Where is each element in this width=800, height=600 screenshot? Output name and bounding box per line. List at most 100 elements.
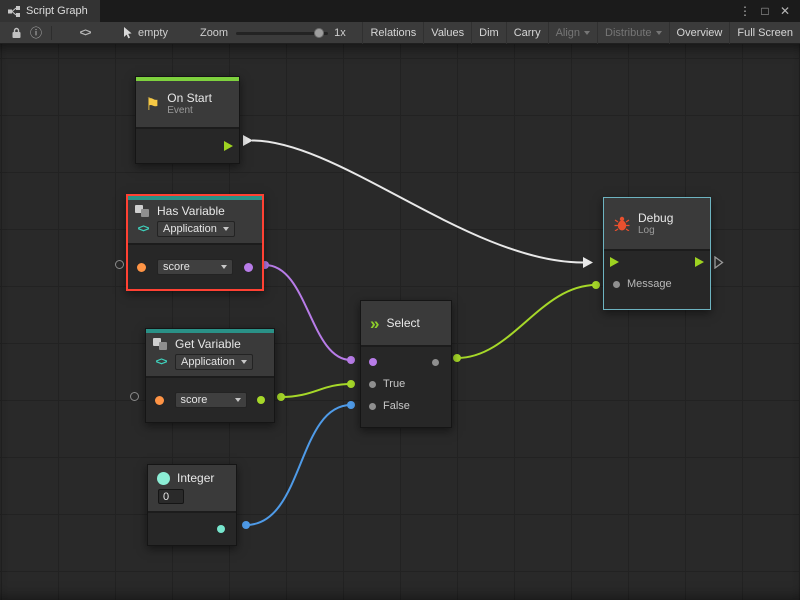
window-controls: ⋮ □ ✕: [736, 0, 800, 22]
script-graph-window: Script Graph ⋮ □ ✕ ⓘ <> empty Zoom: [0, 0, 800, 600]
window-menu-button[interactable]: ⋮: [736, 2, 754, 20]
zoom-value: 1x: [334, 27, 346, 39]
node-subtitle: Log: [638, 225, 673, 237]
align-button[interactable]: Align: [548, 22, 597, 44]
integer-value-field[interactable]: 0: [158, 489, 184, 504]
variable-name-dropdown[interactable]: score: [175, 392, 247, 408]
node-debug-log[interactable]: Debug Log Message: [603, 197, 711, 310]
true-input-port[interactable]: [369, 381, 376, 388]
control-flow-row: [604, 251, 710, 273]
window-maximize-button[interactable]: □: [756, 2, 774, 20]
node-title: Debug: [638, 211, 673, 225]
wire-onstart-to-log[interactable]: [252, 141, 583, 263]
chevron-down-icon: [656, 31, 662, 35]
selection-label: empty: [138, 27, 168, 39]
wire-endpoint-dot: [277, 393, 285, 401]
node-get-variable[interactable]: Get Variable <> Application score: [145, 328, 275, 423]
button-label: Dim: [479, 27, 499, 39]
node-title: Has Variable: [157, 204, 225, 218]
node-title: Get Variable: [175, 337, 241, 351]
wire-select-to-log-message[interactable]: [457, 285, 596, 358]
false-input-port[interactable]: [369, 403, 376, 410]
wire-arrow-end: [583, 257, 593, 268]
graph-toolbar: ⓘ <> empty Zoom 1x Relations Values Dim …: [0, 22, 800, 44]
variable-scope-dropdown[interactable]: Application: [175, 354, 253, 370]
node-subtitle: Event: [167, 105, 212, 117]
titlebar: Script Graph ⋮ □ ✕: [0, 0, 800, 22]
lock-icon[interactable]: [6, 22, 26, 44]
unconnected-control-arrow[interactable]: [714, 256, 724, 269]
button-label: Carry: [514, 27, 541, 39]
toolbar-separator: [51, 26, 52, 40]
node-title: Integer: [177, 471, 214, 485]
graph-icon: [8, 6, 20, 17]
wire-getvariable-to-select-true[interactable]: [281, 384, 351, 397]
scope-icon: <>: [135, 223, 151, 235]
scope-icon: <>: [153, 356, 169, 368]
graph-canvas[interactable]: ⚑ On Start Event Has Variable <> Appl: [0, 44, 800, 600]
wire-arrow-start: [243, 135, 253, 146]
node-select[interactable]: » Select True False: [360, 300, 452, 428]
integer-icon: [157, 472, 170, 485]
variables-icon: [135, 205, 151, 218]
chevron-down-icon: [235, 398, 241, 402]
button-label: Relations: [370, 27, 416, 39]
selection-output-port[interactable]: [432, 359, 439, 366]
wire-hasvariable-to-select[interactable]: [265, 265, 351, 360]
integer-output-port[interactable]: [217, 525, 225, 533]
variable-name-dropdown[interactable]: score: [157, 259, 233, 275]
false-port-label: False: [383, 400, 410, 412]
value-output-port[interactable]: [257, 396, 265, 404]
control-input-port[interactable]: [610, 257, 619, 267]
node-title: Select: [386, 316, 419, 330]
flag-icon: ⚑: [145, 96, 160, 113]
carry-button[interactable]: Carry: [506, 22, 548, 44]
variable-name-input-port[interactable]: [137, 263, 146, 272]
overview-button[interactable]: Overview: [669, 22, 730, 44]
select-merge-icon: »: [370, 315, 379, 332]
select-true-row: True: [361, 373, 451, 395]
wire-endpoint-dot: [592, 281, 600, 289]
condition-input-port[interactable]: [369, 358, 377, 366]
chevron-down-icon: [221, 265, 227, 269]
message-row: Message: [604, 273, 710, 295]
message-input-port[interactable]: [613, 281, 620, 288]
chevron-down-icon: [223, 227, 229, 231]
scope-value: Application: [163, 223, 217, 235]
bug-icon: [614, 216, 630, 231]
window-close-button[interactable]: ✕: [776, 2, 794, 20]
node-on-start[interactable]: ⚑ On Start Event: [135, 76, 240, 164]
tab-title: Script Graph: [26, 5, 88, 17]
cursor-icon: [123, 27, 133, 39]
variables-icon: [153, 338, 169, 351]
info-icon[interactable]: ⓘ: [26, 22, 46, 44]
chevron-down-icon: [241, 360, 247, 364]
dim-button[interactable]: Dim: [471, 22, 506, 44]
bool-output-port[interactable]: [244, 263, 253, 272]
node-integer[interactable]: Integer 0: [147, 464, 237, 546]
fullscreen-button[interactable]: Full Screen: [729, 22, 800, 44]
tab-script-graph[interactable]: Script Graph: [0, 0, 100, 22]
button-label: Align: [556, 27, 580, 39]
values-button[interactable]: Values: [423, 22, 471, 44]
wire-endpoint-dot: [242, 521, 250, 529]
wire-integer-to-select-false[interactable]: [246, 405, 351, 525]
unconnected-port-ring[interactable]: [130, 392, 139, 401]
zoom-label: Zoom: [200, 27, 228, 39]
scope-value: Application: [181, 356, 235, 368]
button-label: Distribute: [605, 27, 651, 39]
node-title: On Start: [167, 91, 212, 105]
relations-button[interactable]: Relations: [362, 22, 423, 44]
variable-name-value: score: [181, 394, 208, 406]
node-has-variable[interactable]: Has Variable <> Application score: [126, 194, 264, 291]
variable-name-input-port[interactable]: [155, 396, 164, 405]
control-output-port[interactable]: [695, 257, 704, 267]
button-label: Full Screen: [737, 27, 793, 39]
control-output-port[interactable]: [224, 141, 233, 151]
zoom-slider[interactable]: [236, 22, 328, 44]
variable-scope-dropdown[interactable]: Application: [157, 221, 235, 237]
unconnected-port-ring[interactable]: [115, 260, 124, 269]
code-view-icon[interactable]: <>: [75, 22, 95, 44]
zoom-slider-handle[interactable]: [314, 28, 324, 38]
distribute-button[interactable]: Distribute: [597, 22, 668, 44]
